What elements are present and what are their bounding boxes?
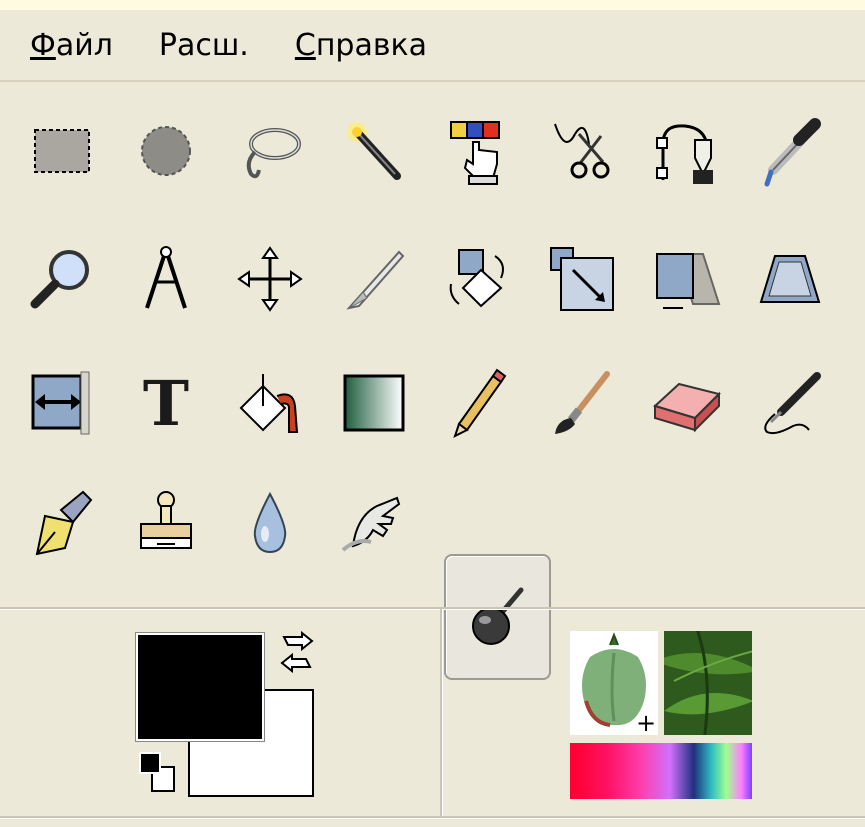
scale-icon [550,247,614,311]
menu-extensions[interactable]: Расш. [159,28,249,63]
menu-help-label: правка [315,27,428,63]
measure-icon [145,246,187,309]
tool-grid: T [0,82,865,680]
tool-flip[interactable] [10,342,114,464]
tool-airbrush[interactable] [738,342,842,464]
tool-text[interactable]: T [114,342,218,464]
paintbrush-icon [555,371,610,434]
swap-colors-icon[interactable] [274,629,320,675]
menu-file-label: айл [55,27,113,63]
tool-paths[interactable] [634,90,738,212]
tool-bucket-fill[interactable] [218,342,322,464]
zoom-icon [30,250,89,309]
perspective-icon [759,255,821,303]
tool-fuzzy-select[interactable] [322,90,426,212]
menu-bar: Файл Расш. Справка [0,10,865,82]
shear-icon [656,253,721,309]
menu-extensions-label: Расш. [158,27,249,63]
crop-icon [346,250,405,310]
pattern-preview[interactable] [664,631,752,735]
default-colors-icon[interactable] [138,751,178,795]
panel-divider [440,609,442,817]
select-by-color-icon [450,121,500,185]
foreground-color-swatch[interactable] [135,632,265,742]
brush-preview[interactable]: + [570,631,658,735]
options-area: + [0,607,865,819]
bucket-fill-icon [239,374,299,433]
tool-ellipse-select[interactable] [114,90,218,212]
leaves-pattern-icon [664,631,752,735]
toolbox-window: Файл Расш. Справка T + [0,0,865,827]
tool-blend[interactable] [322,342,426,464]
tool-scissors-select[interactable] [530,90,634,212]
svg-text:+: + [636,709,656,735]
free-select-icon [246,128,301,179]
tool-clone[interactable] [114,462,218,584]
menu-help-mnemonic: С [294,27,316,63]
menu-help[interactable]: Справка [295,28,427,63]
tool-rect-select[interactable] [10,90,114,212]
tool-crop[interactable] [322,218,426,340]
tool-scale[interactable] [530,218,634,340]
tool-move[interactable] [218,218,322,340]
gradient-preview[interactable] [570,743,752,799]
rotate-icon [449,249,504,308]
tool-paintbrush[interactable] [530,342,634,464]
ellipse-select-icon [141,126,191,176]
bottom-separator [0,816,865,818]
paths-icon [656,124,713,184]
tool-perspective[interactable] [738,218,842,340]
flip-icon [31,371,90,435]
tool-eraser[interactable] [634,342,738,464]
ink-icon [35,490,93,556]
tool-color-picker[interactable] [738,90,842,212]
menu-file[interactable]: Файл [30,28,113,63]
tool-pencil[interactable] [426,342,530,464]
airbrush-icon [764,372,821,435]
eraser-icon [653,382,721,433]
tool-select-by-color[interactable] [426,90,530,212]
smudge-icon [341,496,401,552]
blur-sharpen-icon [253,491,287,554]
move-icon [237,246,303,312]
tool-ink[interactable] [10,462,114,584]
scissors-select-icon [554,123,610,179]
fuzzy-select-icon [347,122,401,180]
tool-free-select[interactable] [218,90,322,212]
pencil-icon [453,368,507,438]
color-picker-icon [764,118,821,187]
clone-icon [140,491,192,549]
blend-icon [343,374,405,432]
tool-zoom[interactable] [10,218,114,340]
pepper-brush-icon: + [582,632,656,735]
menu-file-mnemonic: Ф [30,27,56,63]
tool-measure[interactable] [114,218,218,340]
rect-select-icon [34,129,90,173]
tool-smudge[interactable] [322,462,426,584]
tool-blur-sharpen[interactable] [218,462,322,584]
text-icon: T [142,366,190,440]
tool-shear[interactable] [634,218,738,340]
tool-rotate[interactable] [426,218,530,340]
